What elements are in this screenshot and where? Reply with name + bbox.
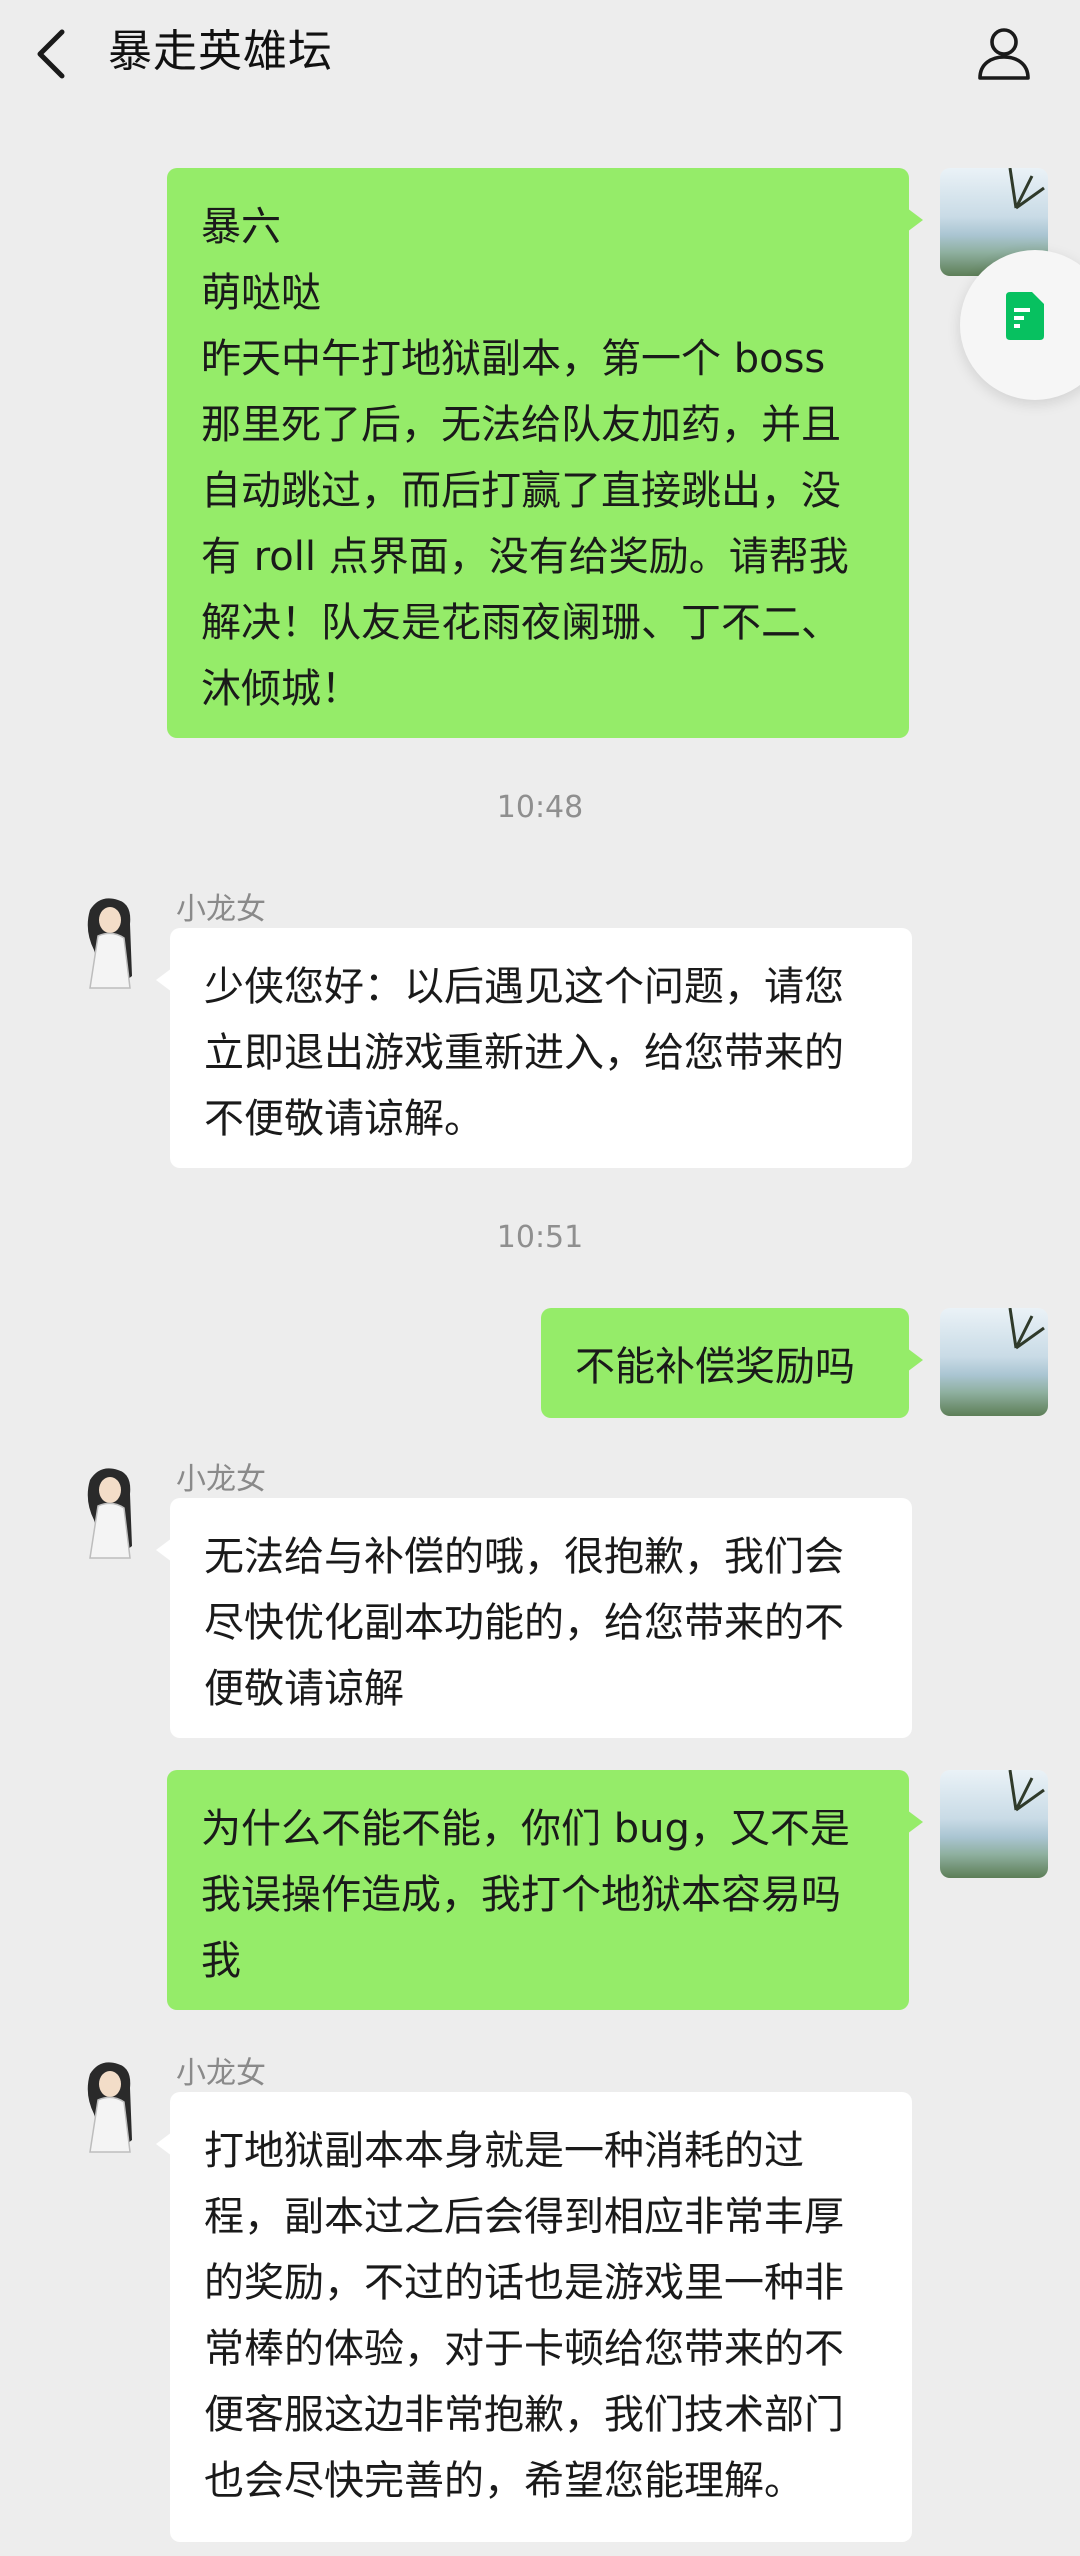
sender-name: 小龙女	[176, 1462, 266, 1497]
message-line: 常棒的体验，对于卡顿给您带来的不	[204, 2326, 844, 2372]
message-line: 少侠您好：以后遇见这个问题，请您	[204, 964, 844, 1010]
timestamp: 10:48	[496, 790, 584, 825]
beach-photo-icon	[1008, 1308, 1045, 1350]
message-line: 便敬请谅解	[204, 1666, 404, 1712]
cartoon-girl-avatar-icon	[87, 1468, 132, 1559]
timestamp: 10:51	[496, 1220, 584, 1255]
message-line: 立即退出游戏重新进入，给您带来的	[204, 1030, 844, 1076]
agent-avatar[interactable]	[60, 1460, 168, 1568]
message-line: 也会尽快完善的，希望您能理解。	[204, 2458, 804, 2504]
sender-name: 小龙女	[176, 2056, 266, 2091]
message-bubble-outgoing[interactable]: 暴六 萌哒哒 昨天中午打地狱副本，第一个 boss 那里死了后，无法给队友加药，…	[167, 168, 923, 738]
back-chevron-icon[interactable]	[30, 26, 78, 82]
message-list[interactable]: 暴六 萌哒哒 昨天中午打地狱副本，第一个 boss 那里死了后，无法给队友加药，…	[0, 108, 1080, 2556]
message-bubble-incoming[interactable]: 少侠您好：以后遇见这个问题，请您 立即退出游戏重新进入，给您带来的 不便敬请谅解…	[156, 928, 912, 1168]
message-bubble-outgoing[interactable]: 不能补偿奖励吗	[541, 1308, 923, 1418]
message-line: 便客服这边非常抱歉，我们技术部门	[204, 2392, 844, 2438]
message-line: 不便敬请谅解。	[204, 1096, 484, 1142]
message-line: 不能补偿奖励吗	[575, 1344, 855, 1390]
message-line: 沐倾城！	[201, 666, 361, 712]
message-line: 有 roll 点界面，没有给奖励。请帮我	[201, 534, 849, 580]
message-line: 程，副本过之后会得到相应非常丰厚	[204, 2194, 844, 2240]
message-line: 无法给与补偿的哦，很抱歉，我们会	[204, 1534, 844, 1580]
message-line: 昨天中午打地狱副本，第一个 boss	[201, 336, 826, 382]
message-line: 萌哒哒	[201, 270, 321, 316]
cartoon-girl-avatar-icon	[87, 898, 132, 989]
message-bubble-outgoing[interactable]: 为什么不能不能，你们 bug，又不是 我误操作造成，我打个地狱本容易吗 我	[167, 1770, 923, 2010]
chat-title: 暴走英雄坛	[108, 26, 333, 77]
message-bubble-incoming[interactable]: 无法给与补偿的哦，很抱歉，我们会 尽快优化副本功能的，给您带来的不 便敬请谅解	[156, 1498, 912, 1738]
agent-avatar[interactable]	[60, 890, 168, 998]
message-line: 我	[201, 1938, 241, 1984]
cartoon-girl-avatar-icon	[87, 2062, 132, 2153]
my-avatar[interactable]	[940, 1308, 1048, 1416]
message-line: 那里死了后，无法给队友加药，并且	[201, 402, 841, 448]
message-line: 自动跳过，而后打赢了直接跳出，没	[201, 468, 841, 514]
message-line: 尽快优化副本功能的，给您带来的不	[204, 1600, 844, 1646]
beach-photo-icon	[1008, 1770, 1045, 1812]
message-line: 我误操作造成，我打个地狱本容易吗	[201, 1872, 841, 1918]
sender-name: 小龙女	[176, 892, 266, 927]
message-line: 打地狱副本本身就是一种消耗的过	[204, 2128, 804, 2174]
document-icon	[1006, 292, 1044, 340]
message-line: 的奖励，不过的话也是游戏里一种非	[204, 2260, 844, 2306]
message-line: 为什么不能不能，你们 bug，又不是	[201, 1806, 850, 1852]
message-bubble-incoming[interactable]: 打地狱副本本身就是一种消耗的过 程，副本过之后会得到相应非常丰厚 的奖励，不过的…	[156, 2092, 912, 2542]
message-line: 解决！队友是花雨夜阑珊、丁不二、	[201, 600, 841, 646]
profile-icon[interactable]	[975, 24, 1033, 82]
chat-header: 暴走英雄坛	[0, 0, 1080, 108]
my-avatar[interactable]	[940, 1770, 1048, 1878]
message-line: 暴六	[201, 204, 281, 250]
agent-avatar[interactable]	[60, 2054, 168, 2162]
